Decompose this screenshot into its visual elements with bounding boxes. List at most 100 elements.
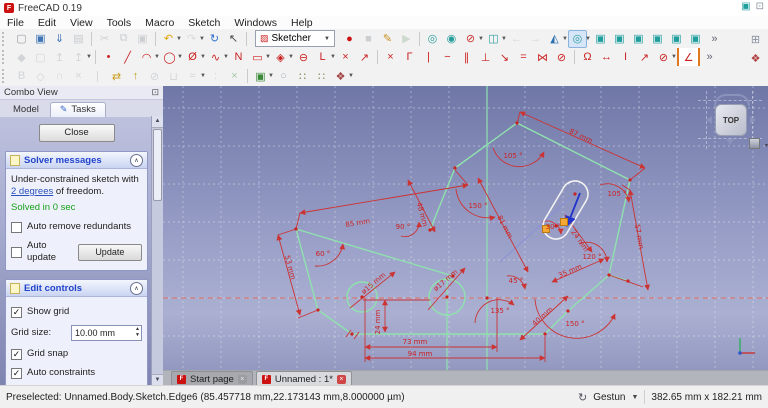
scroll-up-icon[interactable]: ▲ xyxy=(152,116,163,128)
create-slot-button[interactable]: ⊖ xyxy=(294,48,313,66)
dof-link[interactable]: 2 degrees xyxy=(11,186,53,197)
constrain-equal-button[interactable]: = xyxy=(514,48,533,66)
spinner-arrows-icon[interactable]: ▲ ▼ xyxy=(135,326,140,338)
workbench-selector[interactable]: ▨ Sketcher ▼ xyxy=(255,30,335,47)
collapse-icon[interactable]: ∧ xyxy=(130,281,143,295)
macro-record-button[interactable]: ● xyxy=(340,30,359,48)
convert-to-nurbs-button[interactable]: ⇄ xyxy=(107,67,126,85)
grid-snap-checkbox[interactable]: ✓ xyxy=(11,348,22,360)
join-curves-button[interactable]: × xyxy=(225,67,244,85)
menu-edit[interactable]: Edit xyxy=(31,17,63,29)
constrain-perpendicular-button[interactable]: ⊥ xyxy=(476,48,495,66)
whats-this-button[interactable]: ↖ xyxy=(224,30,243,48)
tab-model[interactable]: Model xyxy=(4,103,48,117)
dim-label[interactable]: 87 mm xyxy=(568,127,594,145)
dock-overflow-button[interactable]: ⊞ xyxy=(746,30,765,48)
menu-help[interactable]: Help xyxy=(284,17,320,29)
create-body-button[interactable]: ◆ xyxy=(12,48,31,66)
3d-viewport[interactable]: 85 mm 90 ° 48 mm 60 ° 53 mm 105 ° 87 mm … xyxy=(163,86,768,370)
copy-geometry-button[interactable]: ∷ xyxy=(312,67,331,85)
fit-all-button[interactable]: ◎ xyxy=(423,30,442,48)
dim-label[interactable]: 120 ° xyxy=(582,253,601,261)
toolbar-overflow-button[interactable]: » xyxy=(705,30,724,48)
increase-knot-multiplicity-button[interactable]: ⊔ xyxy=(164,67,183,85)
navcube-top-face[interactable]: TOP xyxy=(715,104,747,136)
menu-windows[interactable]: Windows xyxy=(227,17,284,29)
auto-update-checkbox[interactable] xyxy=(11,246,22,258)
constrain-point-on-object-button[interactable]: Γ xyxy=(400,48,419,66)
macro-play-button[interactable]: ▶ xyxy=(397,30,416,48)
constrain-lock-button[interactable]: Ω xyxy=(578,48,597,66)
create-group-button[interactable]: ▢ xyxy=(31,48,50,66)
print-button[interactable]: ▤ xyxy=(69,30,88,48)
nav-back-button[interactable]: ← xyxy=(507,30,526,48)
tab-tasks[interactable]: ✎ Tasks xyxy=(49,102,106,117)
show-grid-checkbox[interactable]: ✓ xyxy=(11,306,22,318)
bspline-pole-weight-button[interactable]: | xyxy=(88,67,107,85)
constrain-distance-button[interactable]: ↗ xyxy=(635,48,654,66)
scrollbar-thumb[interactable] xyxy=(153,129,162,201)
collapse-icon[interactable]: ∧ xyxy=(130,153,143,167)
constrain-vertical-button[interactable]: | xyxy=(419,48,438,66)
cut-button[interactable]: ✂ xyxy=(95,30,114,48)
close-task-button[interactable]: Close xyxy=(38,124,115,142)
create-line-button[interactable]: ╱ xyxy=(118,48,137,66)
rotate-left-icon[interactable] xyxy=(706,116,712,124)
dim-label[interactable]: 90 ° xyxy=(396,223,411,231)
bspline-curvature-comb-button[interactable]: ∩ xyxy=(50,67,69,85)
make-sublink-button[interactable]: ↥ xyxy=(69,48,88,66)
new-file-button[interactable]: ▢ xyxy=(12,30,31,48)
macro-stop-button[interactable]: ■ xyxy=(359,30,378,48)
bspline-degree-button[interactable]: B xyxy=(12,67,31,85)
view-top-button[interactable]: ▣ xyxy=(629,30,648,48)
view-rear-button[interactable]: ▣ xyxy=(667,30,686,48)
rotate-down-icon[interactable] xyxy=(726,139,734,145)
toolbar-handle[interactable] xyxy=(2,69,8,83)
dim-label[interactable]: 57 mm xyxy=(633,224,645,250)
view-front-button[interactable]: ▣ xyxy=(610,30,629,48)
dim-label[interactable]: 48 mm xyxy=(415,201,429,227)
insert-knot-button[interactable]: : xyxy=(206,67,225,85)
trim-edge-button[interactable]: × xyxy=(336,48,355,66)
save-button[interactable]: ⇓ xyxy=(50,30,69,48)
redo-button[interactable]: ↷ xyxy=(182,30,201,48)
constrain-horizontal-button[interactable]: − xyxy=(438,48,457,66)
menu-tools[interactable]: Tools xyxy=(100,17,139,29)
dim-label[interactable]: 60 ° xyxy=(316,250,331,258)
constrain-parallel-button[interactable]: ∥ xyxy=(457,48,476,66)
paste-button[interactable]: ▣ xyxy=(133,30,152,48)
dim-label[interactable]: 85 mm xyxy=(345,217,371,229)
constrain-symmetric-button[interactable]: ⋈ xyxy=(533,48,552,66)
dim-label[interactable]: 45 ° xyxy=(509,277,524,285)
menu-file[interactable]: File xyxy=(0,17,31,29)
extend-edge-button[interactable]: ↗ xyxy=(355,48,374,66)
constrain-tangent-button[interactable]: ↘ xyxy=(495,48,514,66)
constrain-hdistance-button[interactable]: ↔ xyxy=(597,48,616,66)
auto-remove-redundants-checkbox[interactable] xyxy=(11,221,22,233)
dim-label[interactable]: 81 mm xyxy=(495,214,514,240)
menu-view[interactable]: View xyxy=(63,17,100,29)
view-right-button[interactable]: ▣ xyxy=(648,30,667,48)
grid-size-input[interactable]: 10.00 mm ▲ ▼ xyxy=(71,325,142,341)
toolbar-handle[interactable] xyxy=(2,31,8,46)
panel-scrollbar[interactable]: ▲ ▼ xyxy=(151,116,163,386)
dim-label[interactable]: 105 ° xyxy=(503,152,522,160)
increase-degree-button[interactable]: ↑ xyxy=(126,67,145,85)
clone-button[interactable]: ∷ xyxy=(293,67,312,85)
macro-edit-button[interactable]: ✎ xyxy=(378,30,397,48)
dim-label[interactable]: 24 mm xyxy=(569,228,590,253)
close-icon[interactable]: × xyxy=(237,375,247,384)
navigation-style-selector[interactable]: Gestun xyxy=(593,392,625,403)
constrain-block-button[interactable]: ⊘ xyxy=(552,48,571,66)
dim-label[interactable]: ø15 mm xyxy=(360,271,388,296)
menu-sketch[interactable]: Sketch xyxy=(181,17,227,29)
constrain-coincident-button[interactable]: × xyxy=(381,48,400,66)
dim-label[interactable]: 94 mm xyxy=(408,350,433,358)
titlebar-cube-icon[interactable]: ▣ xyxy=(741,1,750,12)
update-button[interactable]: Update xyxy=(77,243,142,261)
dim-label[interactable]: 24 mm xyxy=(374,309,382,334)
selected-constraint-icon[interactable] xyxy=(560,218,568,226)
toolbar-handle[interactable] xyxy=(2,50,8,64)
dim-label[interactable]: 73 mm xyxy=(403,338,428,346)
navigation-cube[interactable]: TOP ▾ xyxy=(698,91,768,149)
